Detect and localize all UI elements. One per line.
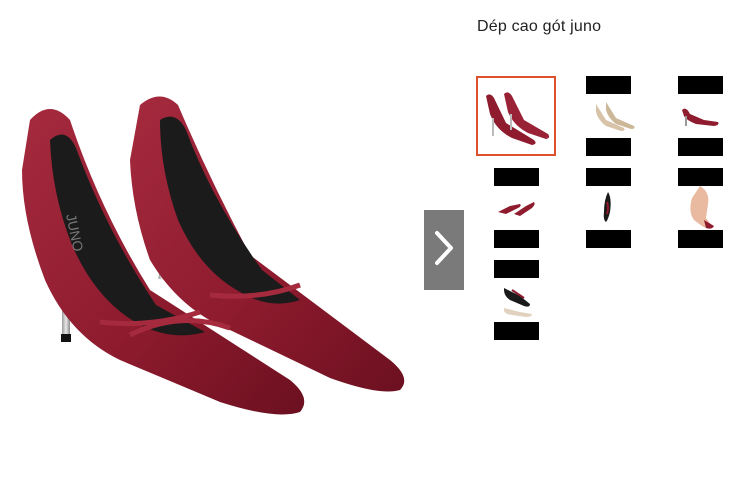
thumbnail[interactable] <box>566 168 646 248</box>
thumbnail[interactable] <box>566 76 646 156</box>
thumbnail-selected[interactable] <box>476 76 556 156</box>
thumbnail[interactable] <box>474 168 554 248</box>
next-image-button[interactable] <box>424 210 464 290</box>
thumbnail[interactable] <box>474 260 554 340</box>
main-product-image: JUNO <box>0 60 430 440</box>
chevron-right-icon <box>433 230 455 271</box>
thumbnail[interactable] <box>656 76 736 156</box>
thumbnail[interactable] <box>656 168 736 248</box>
product-title: Dép cao gót juno <box>477 18 602 35</box>
